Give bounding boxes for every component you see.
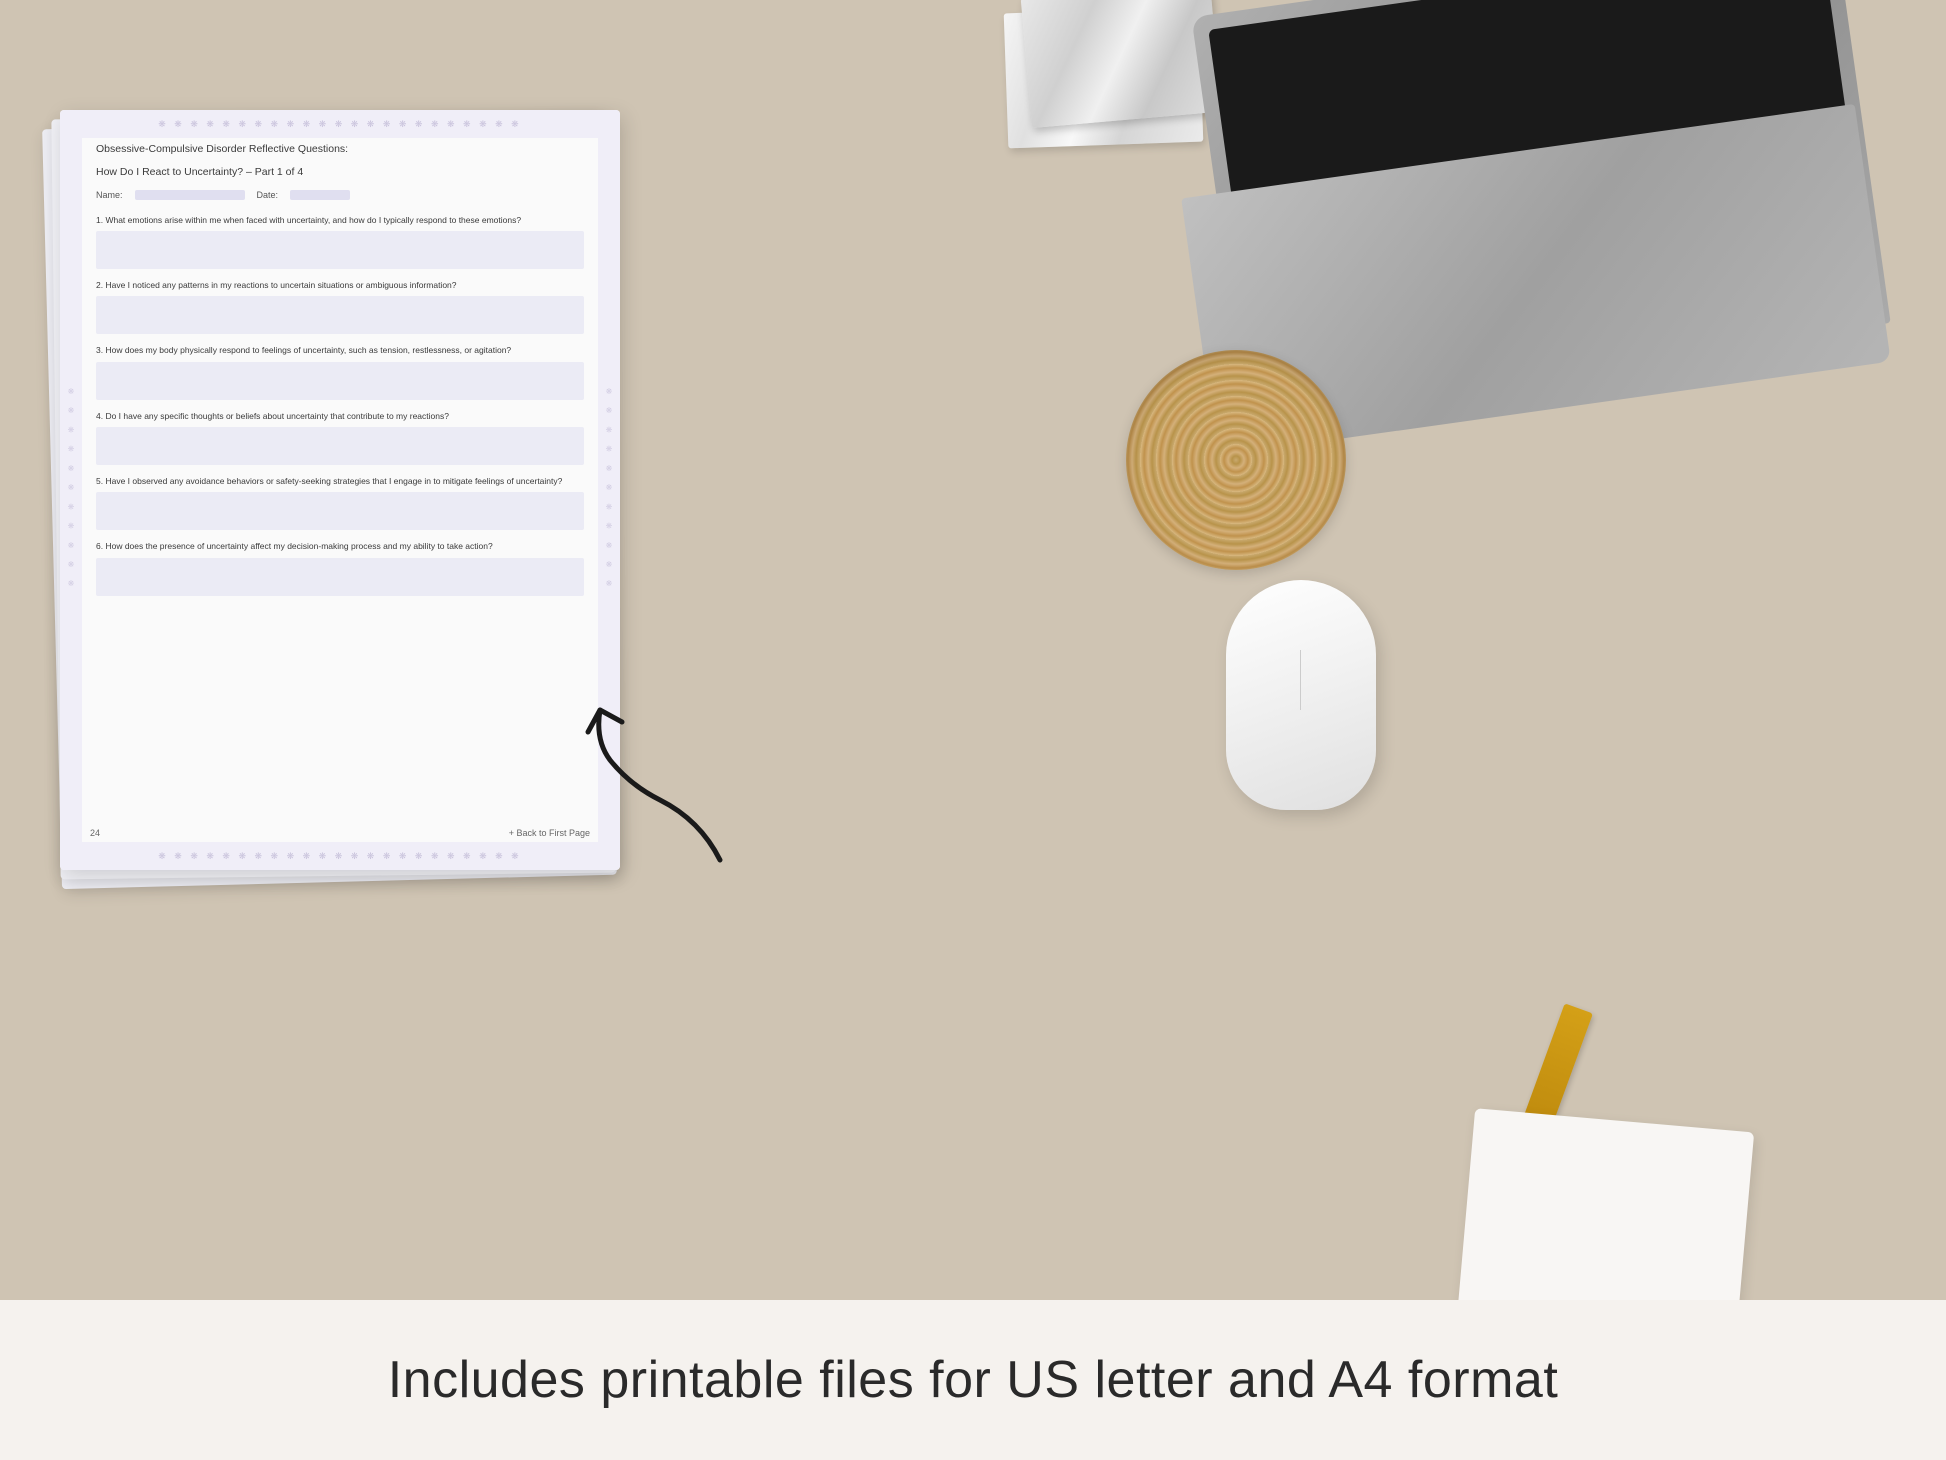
mouse-divider (1300, 650, 1301, 710)
question-5: 5. Have I observed any avoidance behavio… (96, 475, 584, 530)
question-5-answer[interactable] (96, 492, 584, 530)
document-title-line2: How Do I React to Uncertainty? – Part 1 … (96, 166, 584, 178)
mouse-body (1226, 580, 1376, 810)
document-fields-row: Name: Date: (96, 190, 584, 200)
date-label: Date: (257, 190, 279, 200)
wicker-basket (1126, 350, 1366, 570)
question-1-text: 1. What emotions arise within me when fa… (96, 214, 584, 226)
question-4-text: 4. Do I have any specific thoughts or be… (96, 410, 584, 422)
arrow-svg (560, 680, 760, 880)
question-2: 2. Have I noticed any patterns in my rea… (96, 279, 584, 334)
laptop (1186, 0, 1866, 390)
document-title-line1: Obsessive-Compulsive Disorder Reflective… (96, 142, 584, 158)
name-field[interactable] (135, 190, 245, 200)
question-3-answer[interactable] (96, 362, 584, 400)
document-content: Obsessive-Compulsive Disorder Reflective… (90, 138, 590, 850)
name-label: Name: (96, 190, 123, 200)
question-1-answer[interactable] (96, 231, 584, 269)
question-2-answer[interactable] (96, 296, 584, 334)
document-main: ❋ ❋ ❋ ❋ ❋ ❋ ❋ ❋ ❋ ❋ ❋ ❋ ❋ ❋ ❋ ❋ ❋ ❋ ❋ ❋ … (60, 110, 620, 870)
question-4-answer[interactable] (96, 427, 584, 465)
bottom-bar: Includes printable files for US letter a… (0, 1300, 1946, 1460)
question-5-text: 5. Have I observed any avoidance behavio… (96, 475, 584, 487)
arrow-decoration (560, 680, 760, 880)
question-4: 4. Do I have any specific thoughts or be… (96, 410, 584, 465)
doc-border-pattern-bottom: ❋ ❋ ❋ ❋ ❋ ❋ ❋ ❋ ❋ ❋ ❋ ❋ ❋ ❋ ❋ ❋ ❋ ❋ ❋ ❋ … (158, 851, 521, 862)
white-notebook (1458, 1108, 1754, 1332)
document-stack: ❋ ❋ ❋ ❋ ❋ ❋ ❋ ❋ ❋ ❋ ❋ ❋ ❋ ❋ ❋ ❋ ❋ ❋ ❋ ❋ … (60, 110, 620, 870)
wicker-circle (1126, 350, 1346, 570)
doc-border-pattern-right: ❋ ❋ ❋ ❋ ❋ ❋ ❋ ❋ ❋ ❋ ❋ (605, 387, 614, 592)
doc-border-top: ❋ ❋ ❋ ❋ ❋ ❋ ❋ ❋ ❋ ❋ ❋ ❋ ❋ ❋ ❋ ❋ ❋ ❋ ❋ ❋ … (60, 110, 620, 138)
question-3: 3. How does my body physically respond t… (96, 344, 584, 399)
question-6-answer[interactable] (96, 558, 584, 596)
date-field[interactable] (290, 190, 350, 200)
computer-mouse (1226, 580, 1386, 820)
bottom-text: Includes printable files for US letter a… (388, 1350, 1559, 1410)
question-2-text: 2. Have I noticed any patterns in my rea… (96, 279, 584, 291)
doc-border-pattern-top: ❋ ❋ ❋ ❋ ❋ ❋ ❋ ❋ ❋ ❋ ❋ ❋ ❋ ❋ ❋ ❋ ❋ ❋ ❋ ❋ … (158, 119, 521, 130)
question-3-text: 3. How does my body physically respond t… (96, 344, 584, 356)
doc-border-left: ❋ ❋ ❋ ❋ ❋ ❋ ❋ ❋ ❋ ❋ ❋ (60, 138, 82, 842)
question-6: 6. How does the presence of uncertainty … (96, 540, 584, 595)
question-1: 1. What emotions arise within me when fa… (96, 214, 584, 269)
question-6-text: 6. How does the presence of uncertainty … (96, 540, 584, 552)
doc-border-pattern-left: ❋ ❋ ❋ ❋ ❋ ❋ ❋ ❋ ❋ ❋ ❋ (67, 387, 76, 592)
